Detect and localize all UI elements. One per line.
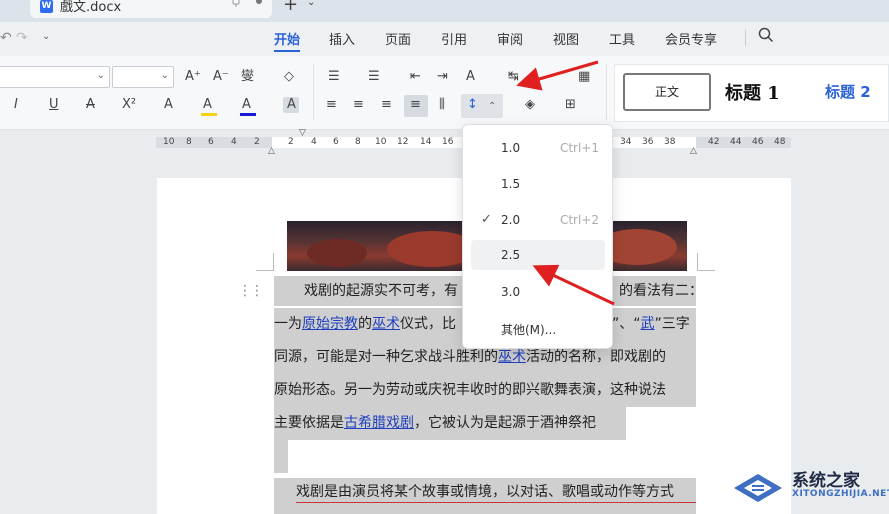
arrow-to-line-spacing [516,60,599,91]
watermark-logo-icon [730,468,786,504]
watermark-title: 系统之家 [792,471,860,491]
watermark-url: XITONGZHIJIA.NET [792,489,889,499]
annotation-arrows [516,60,615,306]
arrow-to-option-2-5 [532,264,615,306]
watermark: 系统之家 XITONGZHIJIA.NET [730,462,889,514]
